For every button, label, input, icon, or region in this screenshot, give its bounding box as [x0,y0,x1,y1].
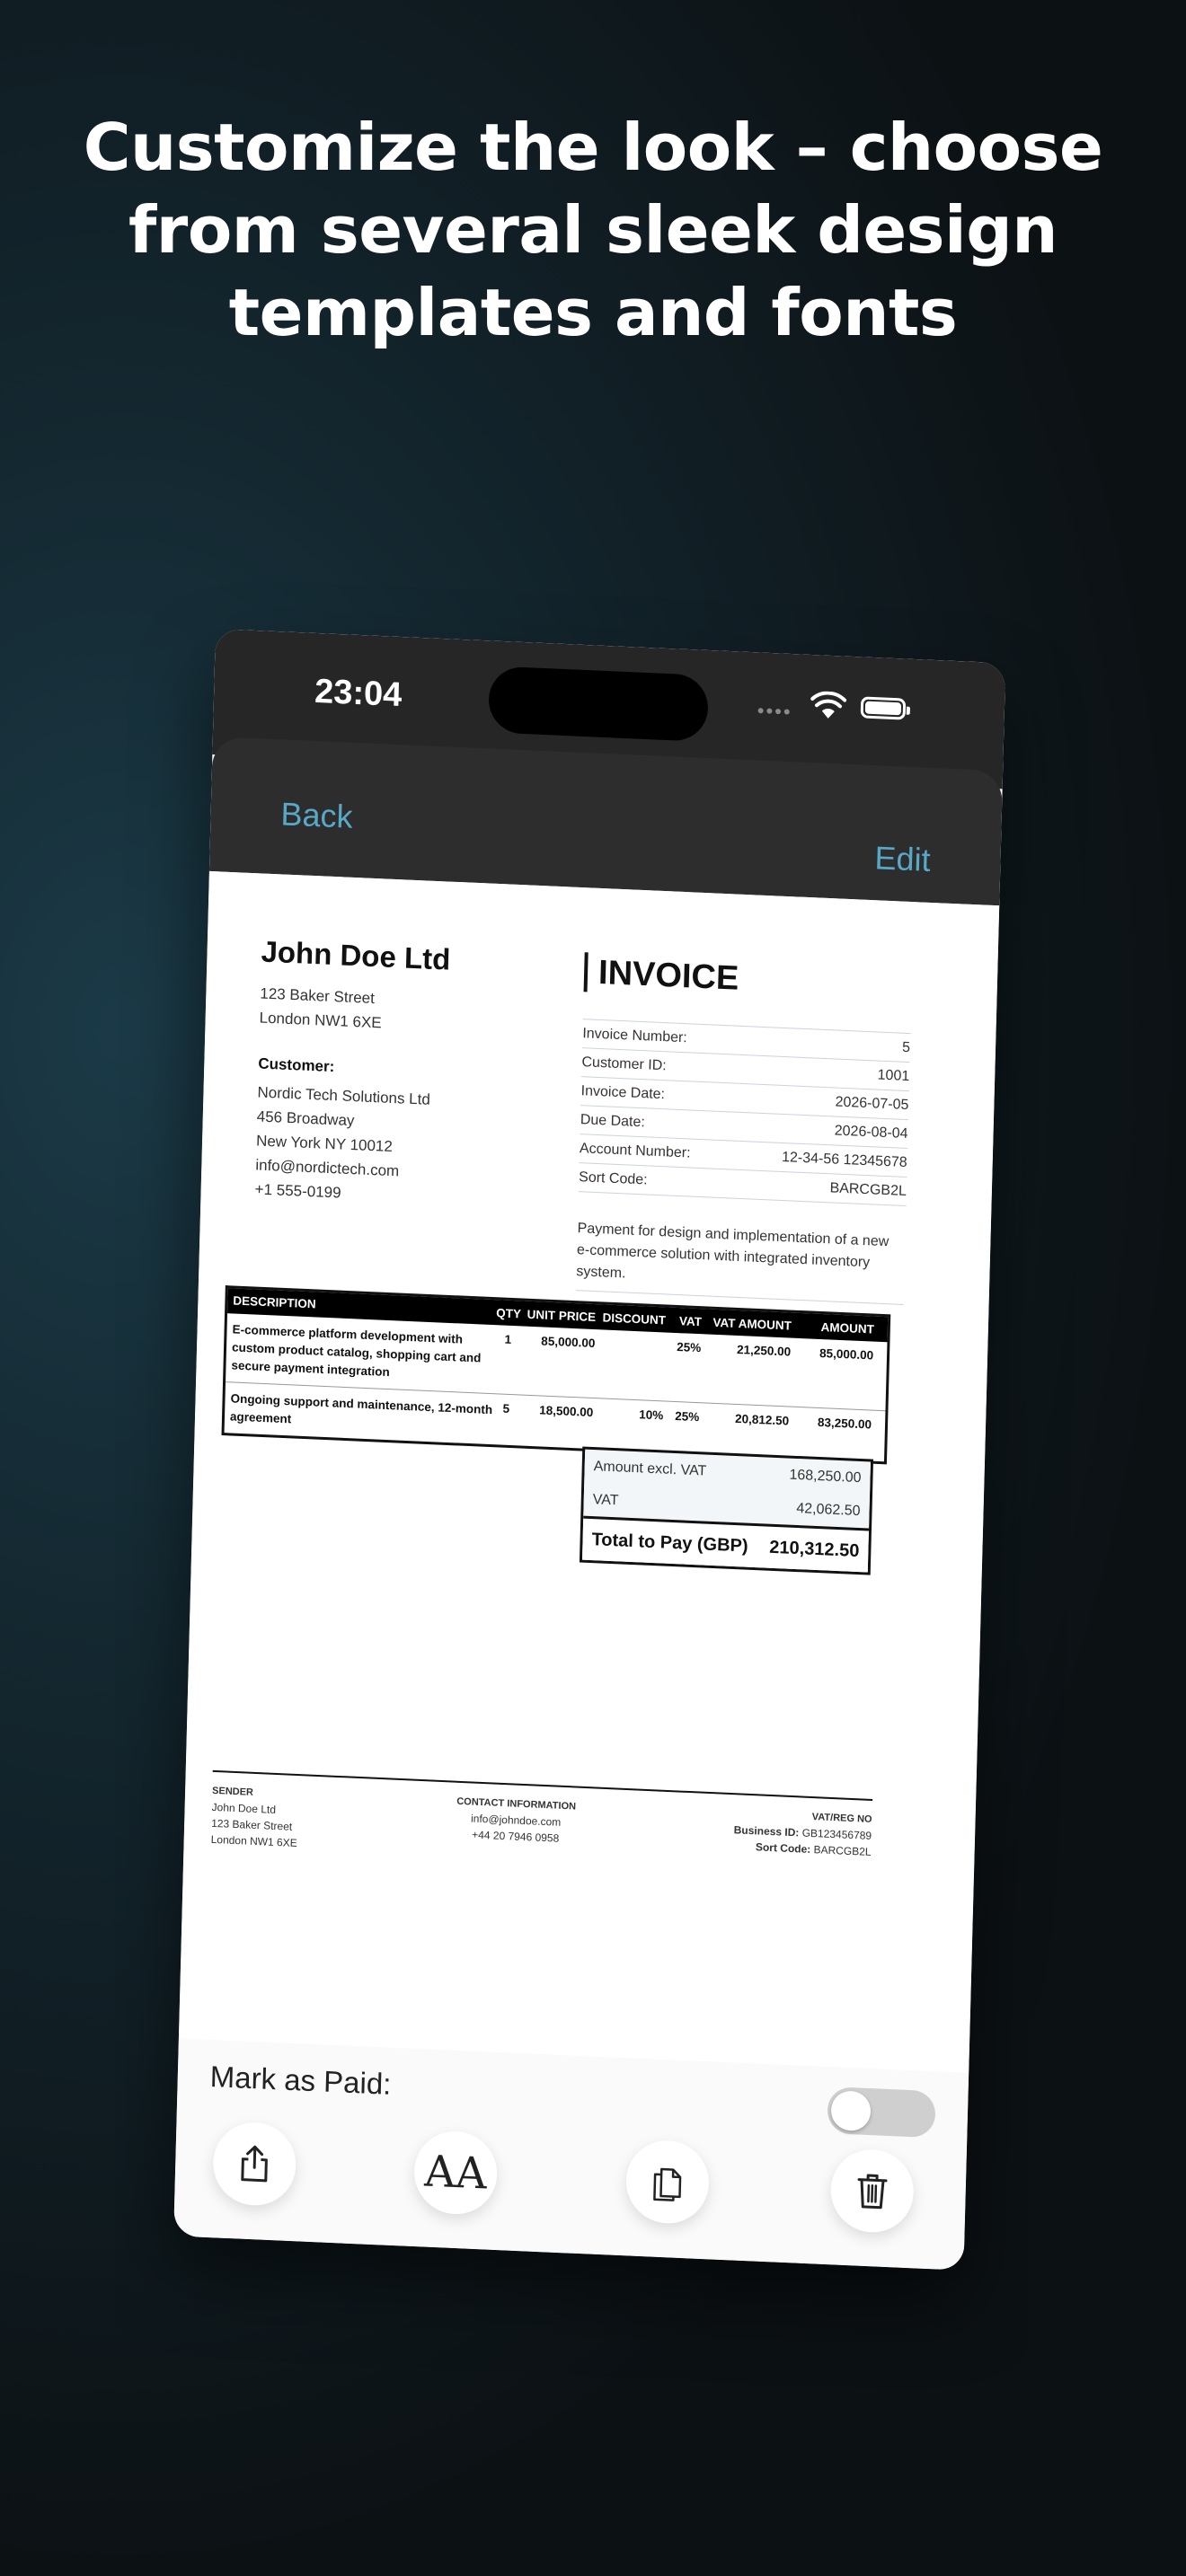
item-amount: 83,250.00 [817,1415,872,1432]
cellular-signal-icon: •••• [757,699,792,724]
font-button[interactable]: AA [412,2130,499,2217]
meta-value: 2026-08-04 [834,1123,908,1142]
meta-value: BARCGB2L [829,1180,907,1200]
meta-label: Sort Code: [578,1169,648,1188]
meta-label: Customer ID: [581,1054,667,1074]
footer-contact: CONTACT INFORMATION info@johndoe.com +44… [456,1794,577,1864]
dynamic-island [488,666,709,742]
footer-line: London NW1 6XE [210,1832,297,1850]
company-address: 123 Baker Street London NW1 6XE [259,981,382,1035]
business-id-label: Business ID: [733,1823,800,1839]
delete-button[interactable] [829,2148,915,2235]
footer-sender: SENDER John Doe Ltd 123 Baker Street Lon… [210,1783,298,1851]
item-amount: 85,000.00 [819,1345,874,1363]
item-vat-amount: 20,812.50 [734,1411,790,1428]
item-vat: 25% [677,1340,702,1355]
meta-label: Invoice Date: [580,1083,666,1103]
font-icon: AA [423,2146,488,2200]
invoice-title: INVOICE [583,952,739,999]
phone-screen: 23:04 •••• Back Edit John Doe Ltd 123 Ba… [173,629,1006,2271]
column-header: QTY [496,1305,522,1320]
subtotal-value: 168,250.00 [789,1467,862,1486]
invoice-description: Payment for design and implementation of… [575,1218,906,1305]
customer-details: Nordic Tech Solutions Ltd 456 Broadway N… [254,1080,430,1208]
item-vat-amount: 21,250.00 [736,1342,792,1359]
toggle-knob [830,2090,872,2132]
wifi-icon [810,691,847,719]
item-qty: 5 [502,1401,510,1416]
meta-label: Due Date: [580,1112,646,1131]
totals-box: Amount excl. VAT 168,250.00 VAT 42,062.50 … [579,1446,874,1575]
column-header: VAT AMOUNT [712,1315,792,1333]
meta-value: 1001 [877,1067,910,1085]
total-value: 210,312.50 [769,1537,860,1562]
meta-label: Invoice Number: [582,1026,687,1046]
item-qty: 1 [504,1332,512,1346]
edit-button[interactable]: Edit [874,839,931,879]
item-description: E-commerce platform development with cus… [231,1322,482,1380]
copy-icon [653,2167,682,2201]
customer-label: Customer: [258,1054,335,1076]
column-header: DISCOUNT [602,1310,667,1327]
column-header: VAT [678,1313,703,1328]
meta-value: 2026-07-05 [835,1094,909,1114]
vat-label: VAT [592,1492,619,1509]
item-discount: 10% [639,1407,664,1423]
column-header: UNIT PRICE [527,1307,597,1324]
bottom-panel: Mark as Paid: AA [173,2038,969,2271]
invoice-preview: John Doe Ltd 123 Baker Street London NW1… [178,870,1000,2073]
status-time: 23:04 [314,672,403,715]
trash-icon [857,2174,888,2210]
company-name: John Doe Ltd [261,934,451,976]
back-button[interactable]: Back [280,795,353,835]
total-label: Total to Pay (GBP) [591,1530,748,1557]
address-line: London NW1 6XE [259,1009,382,1032]
item-discount [596,1337,666,1339]
sort-code-value: BARCGB2L [813,1843,872,1858]
item-vat: 25% [675,1409,700,1425]
business-id-value: GB123456789 [801,1826,872,1842]
meta-label: Account Number: [579,1141,691,1161]
copy-button[interactable] [624,2139,711,2226]
mark-as-paid-label: Mark as Paid: [209,2060,392,2101]
vat-value: 42,062.50 [796,1500,861,1520]
meta-value: 12-34-56 12345678 [781,1149,907,1171]
headline: Customize the look – choose from several… [83,110,1103,350]
battery-icon [860,696,907,720]
item-unit-price: 85,000.00 [541,1334,596,1351]
column-header: AMOUNT [820,1319,875,1337]
meta-value: 5 [901,1039,911,1056]
share-icon [241,2145,268,2183]
share-button[interactable] [212,2121,297,2208]
invoice-footer: SENDER John Doe Ltd 123 Baker Street Lon… [210,1769,873,1876]
line-items-table: DESCRIPTION QTY UNIT PRICE DISCOUNT VAT … [221,1285,891,1465]
footer-vat: VAT/REG NO Business ID: GB123456789 Sort… [733,1805,872,1876]
item-unit-price: 18,500.00 [539,1403,594,1420]
subtotal-label: Amount excl. VAT [593,1459,707,1479]
mark-as-paid-toggle[interactable] [827,2086,936,2139]
item-description: Ongoing support and maintenance, 12-mont… [229,1391,493,1426]
sort-code-label: Sort Code: [755,1840,811,1856]
invoice-meta: Invoice Number: 5 Customer ID: 1001 Invoic… [578,1019,911,1207]
